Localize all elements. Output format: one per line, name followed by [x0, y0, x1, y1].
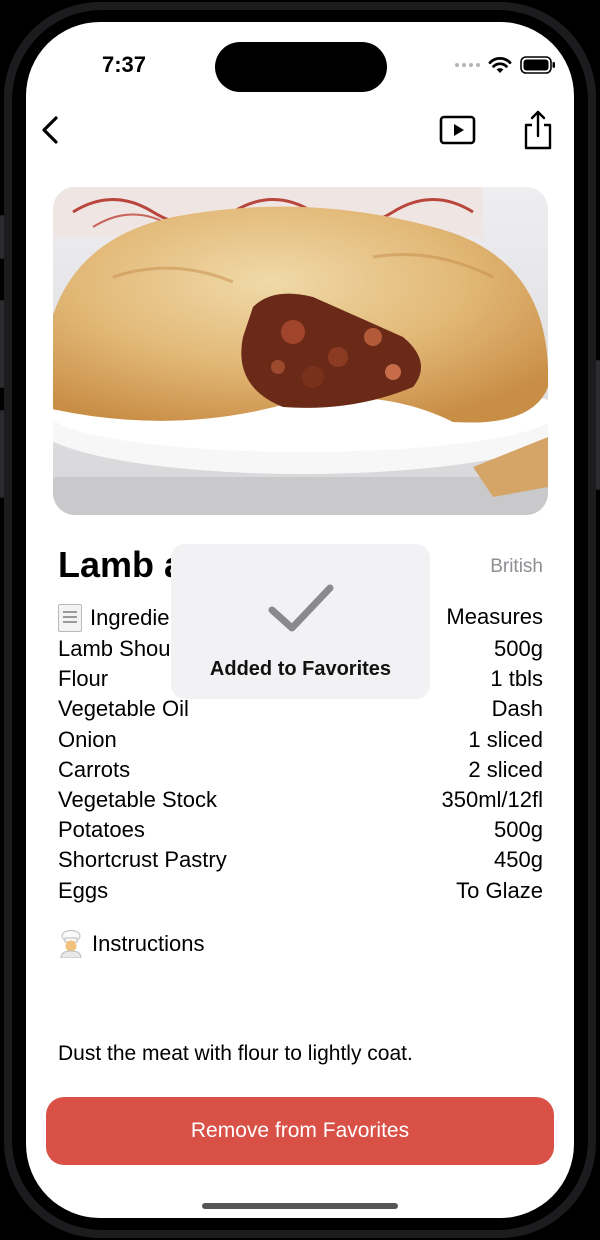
ingredient-name: Vegetable Oil [58, 696, 189, 722]
remove-from-favorites-button[interactable]: Remove from Favorites [46, 1097, 554, 1165]
ingredient-measure: 500g [494, 817, 543, 843]
ingredient-row: Shortcrust Pastry 450g [58, 845, 543, 875]
side-button [0, 215, 4, 259]
battery-icon [520, 56, 555, 74]
play-video-button[interactable] [438, 112, 478, 148]
toast-message: Added to Favorites [209, 658, 392, 680]
recipe-hero-image [53, 187, 548, 515]
ingredient-name: Vegetable Stock [58, 787, 218, 813]
ingredient-name: Onion [58, 726, 117, 752]
recipe-title: Lamb a [58, 544, 185, 585]
cuisine-label: British [490, 556, 543, 577]
measures-header-label: Measures [446, 604, 543, 629]
ingredient-row: Onion 1 sliced [58, 725, 543, 755]
ingredient-name: Lamb Shou [58, 636, 171, 662]
ingredient-name: Shortcrust Pastry [58, 847, 227, 873]
ingredient-measure: To Glaze [456, 877, 543, 903]
instructions-text: Dust the meat with flour to lightly coat… [58, 1042, 413, 1065]
side-button [0, 410, 4, 498]
status-icons [455, 56, 556, 74]
ingredient-name: Carrots [58, 756, 131, 782]
ingredient-measure: 2 sliced [468, 756, 543, 782]
ingredients-header-label: Ingredie [90, 605, 170, 630]
chef-icon [60, 930, 82, 958]
ingredient-name: Eggs [58, 877, 109, 903]
ingredient-measure: 1 sliced [468, 726, 543, 752]
side-button [0, 300, 4, 388]
ingredient-measure: 450g [494, 847, 543, 873]
instructions-header: Instructions [58, 930, 205, 958]
back-button[interactable] [34, 108, 74, 152]
receipt-icon [58, 604, 82, 632]
cellular-signal-icon [455, 63, 480, 67]
ingredient-row: Potatoes 500g [58, 815, 543, 845]
chevron-left-icon [42, 116, 58, 144]
ingredient-row: Eggs To Glaze [58, 876, 543, 906]
ingredient-measure: 1 tbls [490, 666, 543, 692]
wifi-icon [488, 57, 512, 73]
home-indicator[interactable] [202, 1203, 398, 1209]
ingredient-measure: 350ml/12fl [441, 787, 543, 813]
side-button [596, 360, 600, 490]
ingredient-name: Flour [58, 666, 109, 692]
dynamic-island [215, 42, 387, 92]
ingredient-row: Carrots 2 sliced [58, 755, 543, 785]
play-rectangle-icon [439, 115, 476, 145]
share-button[interactable] [518, 108, 558, 152]
checkmark-icon [268, 584, 334, 632]
app-screen: 7:37 Lamb a British Ingredie Measures La… [26, 22, 574, 1218]
status-time: 7:37 [102, 52, 147, 77]
ingredient-name: Potatoes [58, 817, 145, 843]
ingredient-row: Vegetable Stock 350ml/12fl [58, 785, 543, 815]
share-icon [524, 110, 552, 150]
ingredient-measure: Dash [491, 696, 543, 722]
favorites-toast: Added to Favorites [171, 544, 430, 699]
instructions-header-label: Instructions [92, 931, 205, 956]
ingredient-measure: 500g [494, 636, 543, 662]
